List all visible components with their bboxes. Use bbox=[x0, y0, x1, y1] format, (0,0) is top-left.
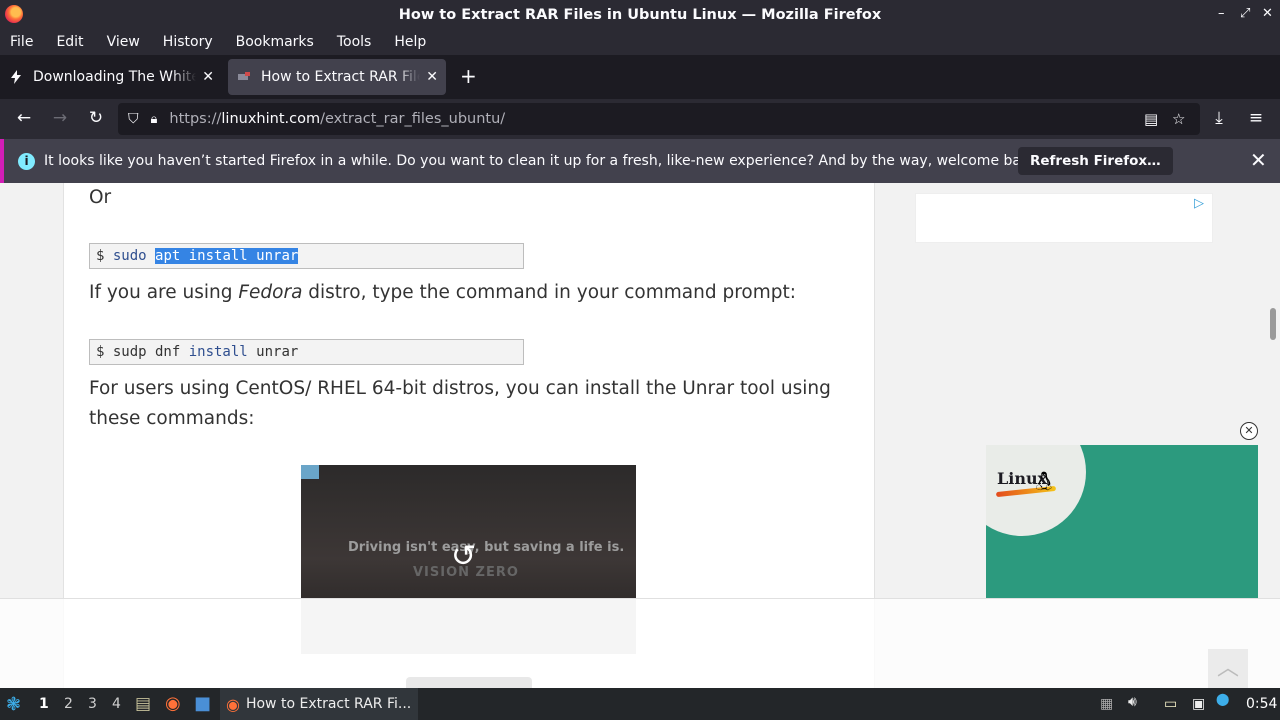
terminal-launcher-icon[interactable]: ■ bbox=[194, 693, 211, 714]
sticky-ad-overlay bbox=[0, 598, 1280, 688]
top-ad-slot[interactable]: ▷ bbox=[915, 193, 1213, 243]
back-icon[interactable]: ← bbox=[13, 108, 35, 128]
adchoices-icon[interactable]: ▷ bbox=[1194, 196, 1204, 211]
workspace-3[interactable]: 3 bbox=[88, 696, 97, 712]
tab-white-house[interactable]: Downloading The White House ✕ bbox=[0, 59, 222, 95]
forward-icon[interactable]: → bbox=[49, 108, 71, 128]
clipboard-icon[interactable]: ▭ bbox=[1164, 696, 1177, 712]
tux-icon: 🐧︎ bbox=[1036, 467, 1053, 497]
info-icon: i bbox=[18, 152, 35, 170]
refresh-firefox-button[interactable]: Refresh Firefox… bbox=[1018, 147, 1173, 175]
volume-icon[interactable]: 🔊︎ bbox=[1128, 694, 1137, 710]
or-text: Or bbox=[89, 187, 112, 208]
tab-extract-rar[interactable]: How to Extract RAR Files in Ubuntu Linux… bbox=[228, 59, 446, 95]
notification-message: It looks like you haven’t started Firefo… bbox=[44, 153, 1043, 169]
file-manager-icon[interactable]: ▤ bbox=[135, 694, 151, 714]
menu-help[interactable]: Help bbox=[394, 34, 426, 50]
page-content: Or $ sudo apt install unrar If you are u… bbox=[0, 183, 1280, 688]
minimize-button[interactable]: – bbox=[1218, 6, 1225, 21]
notification-bar: i It looks like you haven’t started Fire… bbox=[0, 139, 1280, 183]
menu-history[interactable]: History bbox=[163, 34, 213, 50]
tray-updates-icon[interactable]: ▦ bbox=[1100, 696, 1113, 712]
video-control-tab[interactable] bbox=[406, 677, 532, 688]
maximize-button[interactable]: ⤢ bbox=[1240, 6, 1250, 21]
app-menu-icon[interactable]: ≡ bbox=[1245, 108, 1267, 128]
downloads-icon[interactable]: ⤓ bbox=[1208, 108, 1230, 128]
tab-close-icon[interactable]: ✕ bbox=[426, 69, 438, 85]
close-icon[interactable]: ✕ bbox=[1250, 148, 1267, 172]
clock: 0:54 bbox=[1246, 696, 1278, 712]
menu-bookmarks[interactable]: Bookmarks bbox=[236, 34, 314, 50]
linuxhint-icon bbox=[238, 72, 250, 80]
menu-bar: File Edit View History Bookmarks Tools H… bbox=[0, 29, 1280, 55]
scroll-to-top-button[interactable]: ︿ bbox=[1208, 649, 1248, 688]
bookmark-star-icon[interactable]: ☆ bbox=[1172, 110, 1185, 128]
tab-label: Downloading The White House bbox=[33, 69, 197, 85]
fedora-paragraph: If you are using Fedora distro, type the… bbox=[89, 282, 796, 303]
workspace-2[interactable]: 2 bbox=[64, 696, 73, 712]
url-text[interactable]: https://linuxhint.com/extract_rar_files_… bbox=[169, 111, 505, 127]
menu-tools[interactable]: Tools bbox=[337, 34, 372, 50]
code-block-dnf[interactable]: $ sudp dnf install unrar bbox=[89, 339, 524, 365]
firefox-icon bbox=[5, 5, 23, 23]
menu-edit[interactable]: Edit bbox=[56, 34, 83, 50]
workspace-1[interactable]: 1 bbox=[39, 696, 49, 712]
tab-close-icon[interactable]: ✕ bbox=[202, 69, 214, 85]
replay-icon[interactable]: ↺ bbox=[451, 539, 476, 574]
close-window-button[interactable]: ✕ bbox=[1262, 6, 1273, 21]
display-icon[interactable]: ▣ bbox=[1192, 696, 1205, 712]
new-tab-button[interactable]: + bbox=[460, 64, 477, 88]
reload-icon[interactable]: ↻ bbox=[85, 108, 107, 128]
ad-badge bbox=[301, 465, 319, 479]
linux-ad-banner[interactable]: Linux 🐧︎ bbox=[986, 445, 1258, 598]
taskbar-firefox-window[interactable]: ◉ How to Extract RAR Fi... bbox=[220, 688, 418, 720]
window-title: How to Extract RAR Files in Ubuntu Linux… bbox=[398, 6, 882, 23]
network-icon[interactable]: ⬤ bbox=[1216, 692, 1229, 706]
workspace-4[interactable]: 4 bbox=[112, 696, 121, 712]
taskbar-app-label: How to Extract RAR Fi... bbox=[245, 696, 412, 712]
window-titlebar: How to Extract RAR Files in Ubuntu Linux… bbox=[0, 0, 1280, 29]
start-menu-icon[interactable]: ❃ bbox=[6, 694, 21, 715]
firefox-window-icon: ◉ bbox=[226, 694, 240, 714]
tab-label: How to Extract RAR Files in Ubuntu Linux bbox=[261, 69, 420, 85]
centos-paragraph: For users using CentOS/ RHEL 64-bit dist… bbox=[89, 378, 831, 429]
menu-view[interactable]: View bbox=[107, 34, 140, 50]
taskbar: ❃ 1 2 3 4 ▤ ◉ ■ ◉ How to Extract RAR Fi.… bbox=[0, 688, 1280, 720]
video-caption: Driving isn't easy, but saving a life is… bbox=[348, 540, 625, 555]
url-bar[interactable]: ⛉ 🔒︎ https://linuxhint.com/extract_rar_f… bbox=[118, 103, 1200, 135]
bolt-icon bbox=[11, 70, 21, 84]
lock-icon[interactable]: 🔒︎ bbox=[151, 112, 158, 127]
page-scrollbar[interactable] bbox=[1270, 308, 1276, 340]
ad-close-icon[interactable]: ✕ bbox=[1240, 422, 1258, 440]
menu-file[interactable]: File bbox=[10, 34, 33, 50]
tracking-protection-icon[interactable]: ⛉ bbox=[128, 111, 139, 127]
reader-view-icon[interactable]: ▤ bbox=[1144, 110, 1158, 128]
tab-strip: Downloading The White House ✕ How to Ext… bbox=[0, 55, 1280, 99]
firefox-launcher-icon[interactable]: ◉ bbox=[165, 693, 181, 714]
code-block-apt[interactable]: $ sudo apt install unrar bbox=[89, 243, 524, 269]
